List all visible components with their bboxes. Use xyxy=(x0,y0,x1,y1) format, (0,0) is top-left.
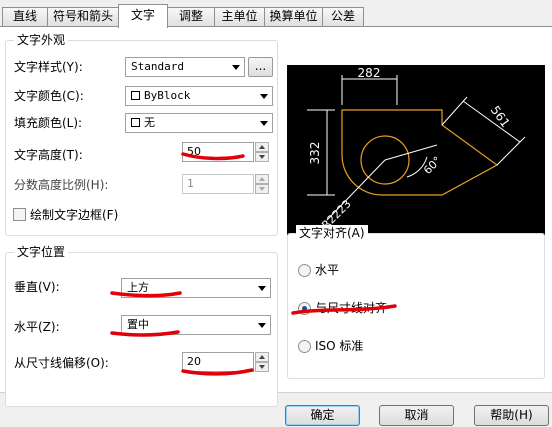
vertical-label: 垂直(V): xyxy=(14,280,60,294)
chevron-down-icon xyxy=(232,65,240,70)
text-height-label: 文字高度(T): xyxy=(14,148,83,162)
cancel-button[interactable]: 取消 xyxy=(379,405,454,426)
fraction-scale-input[interactable]: 1 xyxy=(182,174,254,194)
tab-text[interactable]: 文字 xyxy=(118,4,168,28)
text-appearance-group: 文字外观 文字样式(Y): Standard ... 文字颜色(C): ByBl… xyxy=(5,32,278,236)
offset-label: 从尺寸线偏移(O): xyxy=(14,356,109,370)
preview-dim-left: 332 xyxy=(308,142,322,165)
preview-angle: 60° xyxy=(421,154,444,177)
text-style-label: 文字样式(Y): xyxy=(14,60,83,74)
fill-color-label: 填充颜色(L): xyxy=(14,116,83,130)
text-style-value: Standard xyxy=(131,60,184,73)
text-alignment-group: 文字对齐(A) 水平 与尺寸线对齐 ISO 标准 xyxy=(287,225,545,379)
text-height-input[interactable]: 50 xyxy=(182,142,254,162)
dimension-preview: 282 332 561 60° R2223 xyxy=(287,65,545,245)
tab-strip: 直线 符号和箭头 文字 调整 主单位 换算单位 公差 xyxy=(0,0,552,28)
draw-frame-checkbox[interactable] xyxy=(13,208,26,221)
text-appearance-title: 文字外观 xyxy=(14,32,69,48)
spin-down-icon[interactable] xyxy=(255,362,269,372)
align-iso-label: ISO 标准 xyxy=(315,339,364,353)
text-placement-group: 文字位置 垂直(V): 上方 水平(Z): 置中 从尺寸线偏移(O): 20 xyxy=(5,244,278,407)
preview-ext-line xyxy=(496,136,526,166)
align-horizontal-radio[interactable] xyxy=(298,264,311,277)
fill-color-select[interactable]: 无 xyxy=(125,113,273,133)
preview-dim-right: 561 xyxy=(488,103,513,130)
text-alignment-title: 文字对齐(A) xyxy=(296,225,368,241)
vertical-value: 上方 xyxy=(127,281,149,294)
preview-angle-line xyxy=(384,144,438,161)
offset-input[interactable]: 20 xyxy=(182,352,254,372)
spin-down-icon[interactable] xyxy=(255,184,269,194)
align-iso-radio[interactable] xyxy=(298,340,311,353)
preview-drawing: 282 332 561 60° R2223 xyxy=(307,66,526,232)
preview-dim-top: 282 xyxy=(358,66,381,80)
tab-primary-units[interactable]: 主单位 xyxy=(214,7,265,26)
spin-up-icon[interactable] xyxy=(255,142,269,152)
chevron-down-icon xyxy=(260,121,268,126)
tab-lines[interactable]: 直线 xyxy=(2,7,48,26)
fraction-scale-label: 分数高度比例(H): xyxy=(14,178,109,192)
align-horizontal-label: 水平 xyxy=(315,263,340,277)
text-color-select[interactable]: ByBlock xyxy=(125,86,273,106)
vertical-select[interactable]: 上方 xyxy=(121,278,271,298)
color-swatch-icon xyxy=(131,91,140,100)
ok-button[interactable]: 确定 xyxy=(285,405,360,426)
spin-up-icon[interactable] xyxy=(255,174,269,184)
tab-tolerances[interactable]: 公差 xyxy=(322,7,364,26)
text-height-stepper[interactable] xyxy=(255,142,269,162)
draw-frame-label: 绘制文字边框(F) xyxy=(30,208,119,222)
text-style-select[interactable]: Standard xyxy=(125,57,245,77)
tab-panel-text: 文字外观 文字样式(Y): Standard ... 文字颜色(C): ByBl… xyxy=(0,26,552,407)
preview-shape xyxy=(341,109,499,196)
tab-symbols-arrows[interactable]: 符号和箭头 xyxy=(47,7,119,26)
align-with-dim-line-radio[interactable] xyxy=(298,302,311,315)
text-color-value: ByBlock xyxy=(144,89,191,102)
spin-down-icon[interactable] xyxy=(255,152,269,162)
chevron-down-icon xyxy=(260,94,268,99)
horizontal-label: 水平(Z): xyxy=(14,320,60,334)
help-button[interactable]: 帮助(H) xyxy=(474,405,549,426)
text-placement-title: 文字位置 xyxy=(14,244,69,260)
horizontal-select[interactable]: 置中 xyxy=(121,315,271,335)
align-with-dim-line-label: 与尺寸线对齐 xyxy=(315,301,388,315)
horizontal-value: 置中 xyxy=(127,318,149,331)
offset-stepper[interactable] xyxy=(255,352,269,372)
color-swatch-icon xyxy=(131,118,140,127)
chevron-down-icon xyxy=(258,286,266,291)
spin-up-icon[interactable] xyxy=(255,352,269,362)
tab-fit[interactable]: 调整 xyxy=(167,7,215,26)
fill-color-value: 无 xyxy=(144,116,155,129)
chevron-down-icon xyxy=(258,323,266,328)
tab-alternate-units[interactable]: 换算单位 xyxy=(264,7,323,26)
fraction-scale-stepper[interactable] xyxy=(255,174,269,194)
text-color-label: 文字颜色(C): xyxy=(14,89,84,103)
text-style-browse-button[interactable]: ... xyxy=(248,57,273,77)
